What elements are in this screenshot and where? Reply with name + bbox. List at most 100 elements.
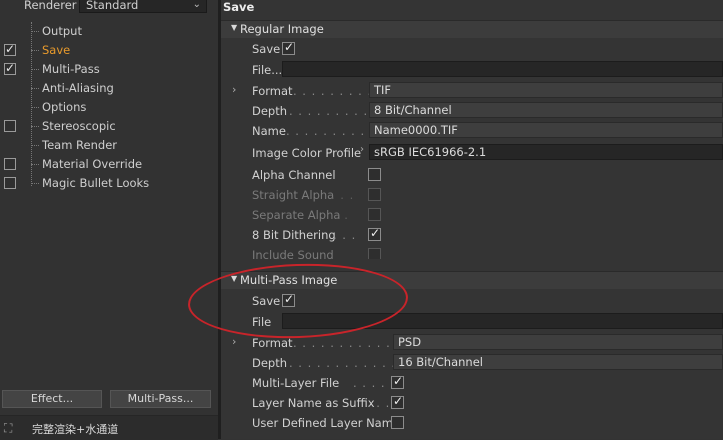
regular-name-label: Name [252,124,286,138]
multipass-format-dropdown[interactable]: PSD [393,334,723,350]
regular-format-dropdown[interactable]: TIF [369,82,723,98]
renderer-row: Renderer Standard ⌄ [0,0,218,14]
chevron-right-icon[interactable]: › [360,144,364,155]
multipass-file-row: File [221,312,723,332]
tree-item-material-override[interactable]: Material Override [0,155,218,174]
magic-bullet-looks-enable-checkbox[interactable] [4,177,16,189]
tree-connector [31,126,39,127]
tree-connector [31,145,39,146]
include-sound-checkbox[interactable] [368,248,381,259]
tree-item-label: Material Override [42,157,143,171]
render-setting-status-bar[interactable]: ⛶ 完整渲染+水通道 [0,415,218,440]
regular-format-row: › Format . . . . . . . . . TIF [221,81,723,101]
straight-alpha-checkbox[interactable] [368,188,381,201]
image-color-profile-field[interactable]: sRGB IEC61966-2.1 [369,144,723,160]
layer-name-suffix-checkbox[interactable] [391,394,404,409]
regular-file-button[interactable]: File... [252,63,282,77]
regular-save-label: Save [252,42,281,56]
multipass-save-checkbox[interactable] [282,292,295,307]
alpha-channel-row: Alpha Channel [221,165,723,185]
collapse-triangle-icon: ▼ [231,274,238,283]
multi-layer-file-label: Multi-Layer File [252,376,340,390]
tree-connector [31,164,39,165]
group-title: Regular Image [240,22,324,36]
tree-item-label: Magic Bullet Looks [42,176,150,190]
regular-save-checkbox[interactable] [282,40,295,55]
multipass-file-button[interactable]: File [252,315,271,329]
straight-alpha-row: Straight Alpha . . . [221,185,723,205]
dithering-checkbox[interactable] [368,226,381,241]
alpha-channel-checkbox[interactable] [368,168,381,181]
dot-leader: . . . [333,228,357,242]
tree-item-label: Multi-Pass [42,62,100,76]
include-sound-label: Include Sound [252,248,334,259]
regular-depth-dropdown[interactable]: 8 Bit/Channel [369,102,723,118]
user-defined-layer-name-checkbox[interactable] [391,416,404,429]
user-defined-layer-name-label: User Defined Layer Name [252,416,401,430]
renderer-label: Renderer [24,0,77,12]
render-setting-name: 完整渲染+水通道 [32,423,119,436]
regular-file-path-field[interactable] [282,61,723,77]
renderer-dropdown[interactable]: Standard ⌄ [79,0,207,13]
expand-arrow-icon[interactable]: › [232,335,236,348]
expand-arrow-icon[interactable]: › [232,83,236,96]
tree-connector [31,50,39,51]
effect-button[interactable]: Effect... [2,390,102,408]
tree-item-multi-pass[interactable]: Multi-Pass [0,60,218,79]
renderer-value: Standard [86,0,139,12]
dot-leader: . . [335,208,349,222]
tree-item-output[interactable]: Output [0,22,218,41]
regular-color-profile-row: Image Color Profile › sRGB IEC61966-2.1 [221,143,723,163]
regular-image-group-header[interactable]: ▼ Regular Image [221,20,723,38]
multi-pass-image-group-header[interactable]: ▼ Multi-Pass Image [221,271,723,289]
material-override-enable-checkbox[interactable] [4,158,16,170]
multi-layer-file-checkbox[interactable] [391,374,404,389]
tree-item-save[interactable]: Save [0,41,218,60]
separate-alpha-label: Separate Alpha [252,208,341,222]
regular-save-row: Save [221,39,723,59]
multipass-save-row: Save [221,291,723,311]
tree-item-stereoscopic[interactable]: Stereoscopic [0,117,218,136]
stereoscopic-enable-checkbox[interactable] [4,120,16,132]
multi-pass-enable-checkbox[interactable] [4,61,16,75]
regular-file-row: File... [221,60,723,80]
regular-depth-row: Depth . . . . . . . . . . 8 Bit/Channel [221,101,723,121]
tree-item-label: Save [42,43,71,57]
tree-item-magic-bullet-looks[interactable]: Magic Bullet Looks [0,174,218,193]
include-sound-row: Include Sound [221,245,723,259]
dot-leader: . . . . . . . . . [293,84,373,98]
multipass-depth-row: Depth . . . . . . . . . . . . . . . 16 B… [221,353,723,373]
regular-format-label: Format [252,84,293,98]
tree-connector [31,69,39,70]
tree-item-label: Output [42,24,82,38]
layer-name-suffix-label: Layer Name as Suffix [252,396,375,410]
separate-alpha-row: Separate Alpha . . [221,205,723,225]
tree-item-options[interactable]: Options [0,98,218,117]
tree-connector [31,183,39,184]
dithering-row: 8 Bit Dithering . . . [221,225,723,245]
multi-layer-file-row: Multi-Layer File . . . . . [221,373,723,393]
multipass-file-path-field[interactable] [282,313,723,329]
group-title: Multi-Pass Image [240,273,338,287]
user-defined-layer-name-row: User Defined Layer Name [221,413,723,433]
tree-connector [31,88,39,89]
multi-pass-button[interactable]: Multi-Pass... [110,390,211,408]
multipass-depth-dropdown[interactable]: 16 Bit/Channel [393,354,723,370]
regular-name-row: Name . . . . . . . . . . Name0000.TIF [221,121,723,141]
dot-leader: . . . [331,188,355,202]
tree-connector [31,31,39,32]
dot-leader: . . . . . . . . . . [286,124,375,138]
dot-leader: . . . . . [353,376,395,390]
tree-item-team-render[interactable]: Team Render [0,136,218,155]
regular-name-dropdown[interactable]: Name0000.TIF [369,122,723,138]
page-title: Save [221,0,723,18]
tree-item-anti-aliasing[interactable]: Anti-Aliasing [0,79,218,98]
image-color-profile-label: Image Color Profile [252,146,362,160]
save-enable-checkbox[interactable] [4,42,16,56]
multipass-save-label: Save [252,294,281,308]
dot-leader: . . . . . . . . . . [289,104,378,118]
separate-alpha-checkbox[interactable] [368,208,381,221]
tree-item-label: Stereoscopic [42,119,116,133]
multipass-format-row: › Format . . . . . . . . . . . . . . PSD [221,333,723,353]
dithering-label: 8 Bit Dithering [252,228,336,242]
